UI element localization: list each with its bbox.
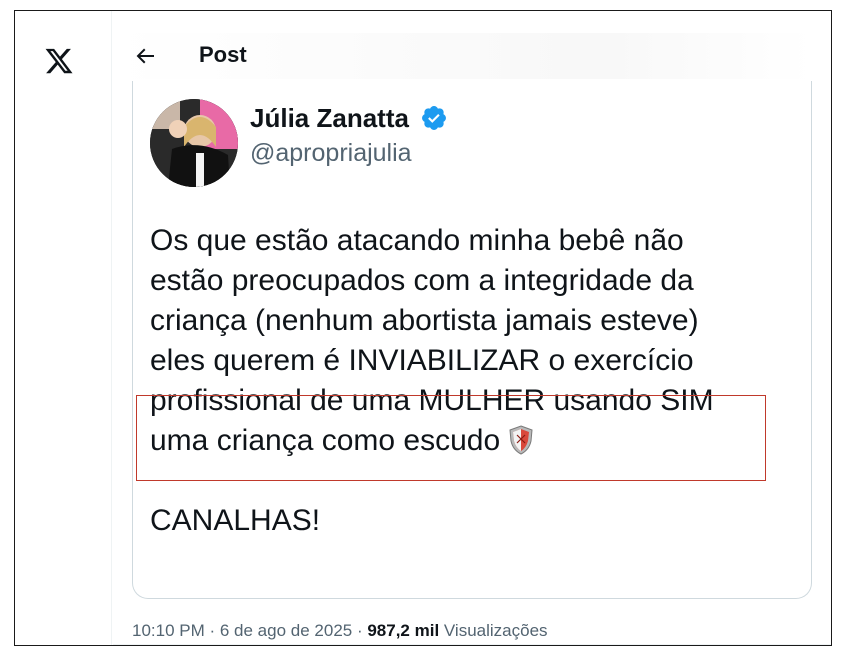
meta-separator: · [204, 621, 220, 640]
post-metadata: 10:10 PM · 6 de ago de 2025 · 987,2 mil … [132, 621, 548, 641]
post-line-3: criança (nenhum abortista jamais esteve) [150, 304, 699, 337]
views-count: 987,2 mil [367, 621, 440, 640]
post-time[interactable]: 10:10 PM [132, 621, 205, 640]
divider [113, 644, 831, 645]
x-logo-icon[interactable] [43, 46, 75, 76]
views-label: Visualizações [439, 621, 548, 640]
avatar[interactable] [150, 99, 238, 187]
quoted-post-card[interactable]: Júlia Zanatta @apropriajulia Os que estã… [132, 81, 812, 599]
left-sidebar [15, 11, 112, 645]
post-line-4: eles querem é INVIABILIZAR o exercício [150, 344, 694, 377]
post-closing: CANALHAS! [150, 504, 321, 537]
page-title: Post [199, 42, 247, 67]
post-line-5: profissional de uma MULHER usando SIM [150, 384, 714, 417]
verified-badge-icon [422, 106, 447, 130]
shield-icon [509, 425, 533, 455]
post-line-6-text: uma criança como escudo [150, 424, 501, 457]
post-date[interactable]: 6 de ago de 2025 [220, 621, 352, 640]
screenshot-frame: Post Júlia Zanatta @apropriajulia Os que… [14, 10, 832, 646]
author-name[interactable]: Júlia Zanatta [250, 103, 448, 134]
author-name-text: Júlia Zanatta [250, 103, 409, 133]
meta-separator: · [352, 621, 368, 640]
post-body: Os que estão atacando minha bebê não est… [150, 221, 800, 541]
avatar-image [150, 99, 238, 187]
post-line-6: uma criança como escudo [150, 421, 800, 461]
post-header: Post [113, 33, 813, 79]
arrow-left-icon[interactable] [133, 43, 157, 69]
post-line-2: estão preocupados com a integridade da [150, 264, 694, 297]
post-line-1: Os que estão atacando minha bebê não [150, 224, 684, 257]
author-handle[interactable]: @apropriajulia [250, 139, 412, 168]
